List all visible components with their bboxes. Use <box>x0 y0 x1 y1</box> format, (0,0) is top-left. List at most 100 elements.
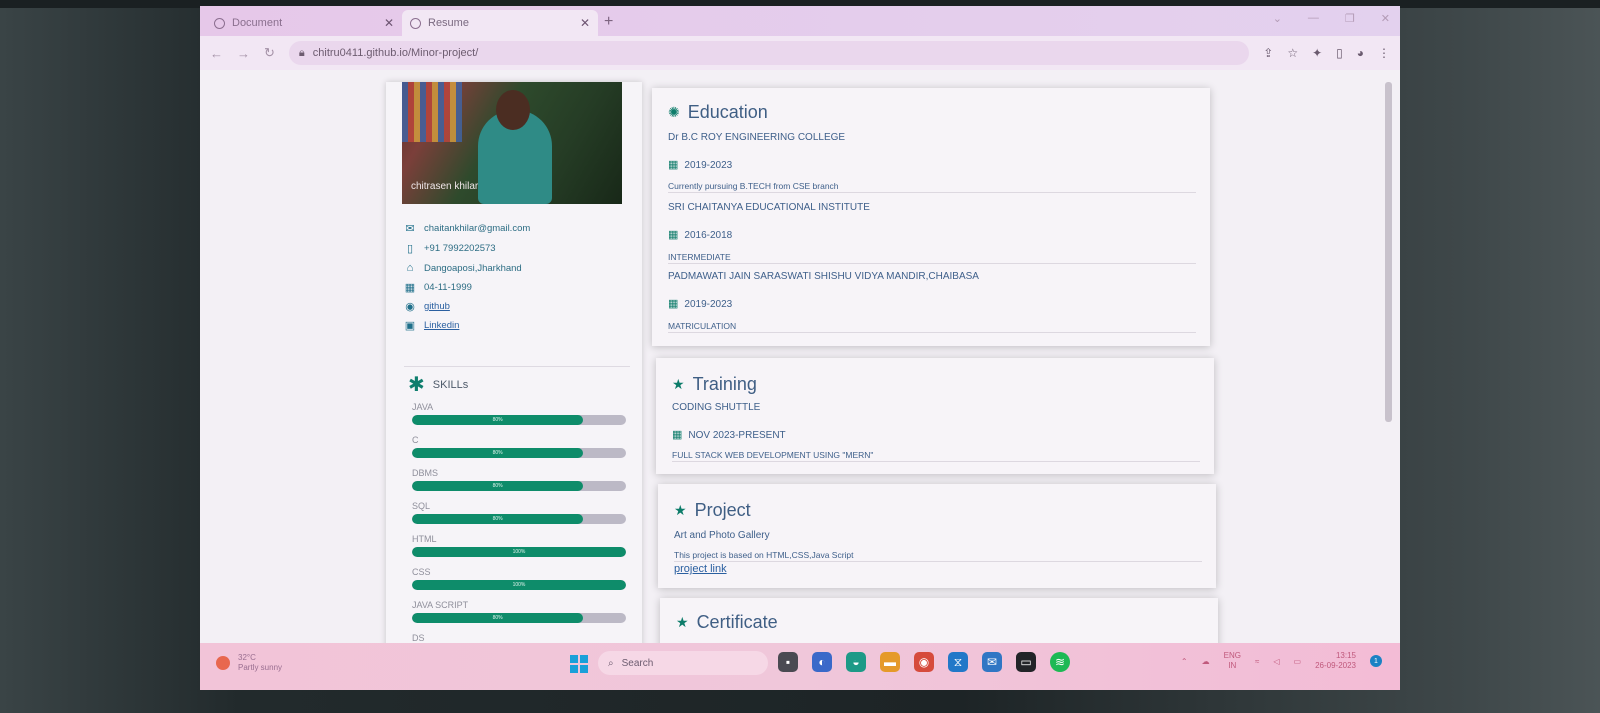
back-icon[interactable]: ← <box>210 46 223 61</box>
skill-bar: 100% <box>412 580 626 590</box>
edge-icon[interactable]: ◒ <box>846 652 866 672</box>
contact-text: 04-11-1999 <box>424 282 472 293</box>
profile-icon[interactable]: ◕ <box>1357 46 1364 60</box>
maximize-button[interactable]: ❐ <box>1345 12 1355 25</box>
skill-bar-fill: 80% <box>412 448 584 458</box>
star-icon: ★ <box>674 502 687 518</box>
section-title: Education <box>687 102 768 122</box>
contact-address: ⌂ Dangoaposi,Jharkhand <box>404 262 634 274</box>
mail-icon[interactable]: ✉ <box>982 652 1002 672</box>
edu-years: ▦ 2019-2023 <box>668 158 1196 171</box>
section-title: Certificate <box>696 612 778 632</box>
star-icon: ★ <box>672 376 685 392</box>
folder-icon[interactable]: ▬ <box>880 652 900 672</box>
new-tab-button[interactable]: + <box>604 13 613 31</box>
chevron-up-icon[interactable]: ⌃ <box>1181 657 1188 666</box>
photo-head <box>496 90 530 130</box>
task-view-icon[interactable]: ▪ <box>778 652 798 672</box>
training-org: CODING SHUTTLE <box>672 402 761 413</box>
project-link[interactable]: project link <box>674 563 727 575</box>
vscode-icon[interactable]: ⧖ <box>948 652 968 672</box>
edu-years: ▦ 2019-2023 <box>668 297 1196 310</box>
sidepanel-icon[interactable]: ▯ <box>1336 46 1343 60</box>
lang-bottom: IN <box>1228 661 1237 670</box>
star-icon[interactable]: ☆ <box>1287 46 1298 60</box>
training-heading: ★ Training <box>672 374 757 395</box>
github-link[interactable]: github <box>424 301 450 312</box>
photo-of-monitor: Document ✕ Resume ✕ + ⌄ — ❐ ✕ ← → ↻ 🔒︎ c… <box>0 0 1600 713</box>
close-icon[interactable]: ✕ <box>384 16 394 30</box>
skill-bar: 80% <box>412 613 626 623</box>
edu-detail: INTERMEDIATE <box>668 252 1196 264</box>
dates-text: NOV 2023-PRESENT <box>688 430 786 441</box>
tab-resume[interactable]: Resume ✕ <box>402 10 598 36</box>
skill-row: DBMS 80% <box>412 468 626 491</box>
education-heading: ✺ Education <box>668 102 768 123</box>
chrome-icon[interactable]: ◉ <box>914 652 934 672</box>
address-bar[interactable]: 🔒︎ chitru0411.github.io/Minor-project/ <box>288 41 1250 65</box>
wifi-icon[interactable]: ≈ <box>1255 657 1259 666</box>
skill-name: JAVA SCRIPT <box>412 600 469 610</box>
calendar-icon: ▦ <box>668 229 679 241</box>
clock[interactable]: 13:15 26-09-2023 <box>1315 651 1356 671</box>
forward-icon[interactable]: → <box>237 46 250 61</box>
start-button[interactable] <box>570 655 588 673</box>
contact-dob: ▦ 04-11-1999 <box>404 281 634 294</box>
skill-row: JAVA SCRIPT 80% <box>412 600 626 623</box>
mail-icon: ✉ <box>405 223 415 235</box>
minimize-button[interactable]: — <box>1308 12 1319 25</box>
project-heading: ★ Project <box>674 500 751 521</box>
language-indicator[interactable]: ENG IN <box>1224 651 1241 671</box>
edu-detail: Currently pursuing B.TECH from CSE branc… <box>668 181 1196 193</box>
section-title: Training <box>692 374 757 394</box>
weather-temp: 32°C <box>238 653 256 662</box>
terminal-icon[interactable]: ▭ <box>1016 652 1036 672</box>
close-window-button[interactable]: ✕ <box>1381 12 1390 25</box>
skill-row: CSS 100% <box>412 567 626 590</box>
weather-widget[interactable]: 32°C Partly sunny <box>216 653 282 673</box>
share-icon[interactable]: ⇪ <box>1263 46 1273 60</box>
calendar-icon: ▦ <box>668 298 679 310</box>
reload-icon[interactable]: ↻ <box>264 45 275 61</box>
spotify-icon[interactable]: ≋ <box>1050 652 1070 672</box>
taskbar-search[interactable]: ⌕ Search <box>598 651 768 675</box>
menu-icon[interactable]: ⋮ <box>1378 46 1390 60</box>
taskbar: 32°C Partly sunny ⌕ Search ▪ ◐ ◒ ▬ ◉ ⧖ ✉ <box>200 643 1400 690</box>
skills-heading: ✱ SKILLs <box>408 372 468 397</box>
linkedin-link[interactable]: Linkedin <box>424 320 459 331</box>
notification-badge[interactable]: 1 <box>1370 655 1382 667</box>
divider <box>404 366 630 367</box>
weather-text: 32°C Partly sunny <box>238 653 282 673</box>
volume-icon[interactable]: ◁ <box>1273 657 1279 666</box>
skill-name: SQL <box>412 501 431 511</box>
contact-linkedin: ▣ Linkedin <box>404 319 634 332</box>
close-icon[interactable]: ✕ <box>580 16 590 30</box>
project-detail: This project is based on HTML,CSS,Java S… <box>674 550 1202 562</box>
skill-row: C 80% <box>412 435 626 458</box>
search-placeholder: Search <box>621 657 654 669</box>
edu-school: SRI CHAITANYA EDUCATIONAL INSTITUTE <box>668 202 870 213</box>
weather-desc: Partly sunny <box>238 663 283 672</box>
cloud-icon[interactable]: ☁ <box>1202 657 1210 666</box>
project-card: ★ Project Art and Photo Gallery This pro… <box>658 484 1216 588</box>
extensions-icon[interactable]: ✦ <box>1312 46 1322 60</box>
skill-bar-fill: 100% <box>412 580 626 590</box>
edu-school: PADMAWATI JAIN SARASWATI SHISHU VIDYA MA… <box>668 271 979 282</box>
globe-icon <box>410 17 421 29</box>
skill-bar-fill: 80% <box>412 481 584 491</box>
chevron-down-icon[interactable]: ⌄ <box>1273 12 1282 25</box>
contact-text: chaitankhilar@gmail.com <box>424 223 531 234</box>
chat-icon[interactable]: ◐ <box>812 652 832 672</box>
tab-document[interactable]: Document ✕ <box>206 10 402 36</box>
calendar-icon: ▦ <box>668 159 679 171</box>
tab-title: Document <box>232 17 283 29</box>
battery-icon[interactable]: ▭ <box>1294 657 1302 666</box>
scrollbar[interactable] <box>1385 82 1392 422</box>
lock-icon: 🔒︎ <box>298 46 305 59</box>
clock-time: 13:15 <box>1335 651 1356 660</box>
skill-name: DBMS <box>412 468 439 478</box>
url-text: chitru0411.github.io/Minor-project/ <box>312 47 479 59</box>
skill-row: SQL 80% <box>412 501 626 524</box>
project-link-row: project link <box>674 563 1202 575</box>
skill-name: C <box>412 435 419 445</box>
